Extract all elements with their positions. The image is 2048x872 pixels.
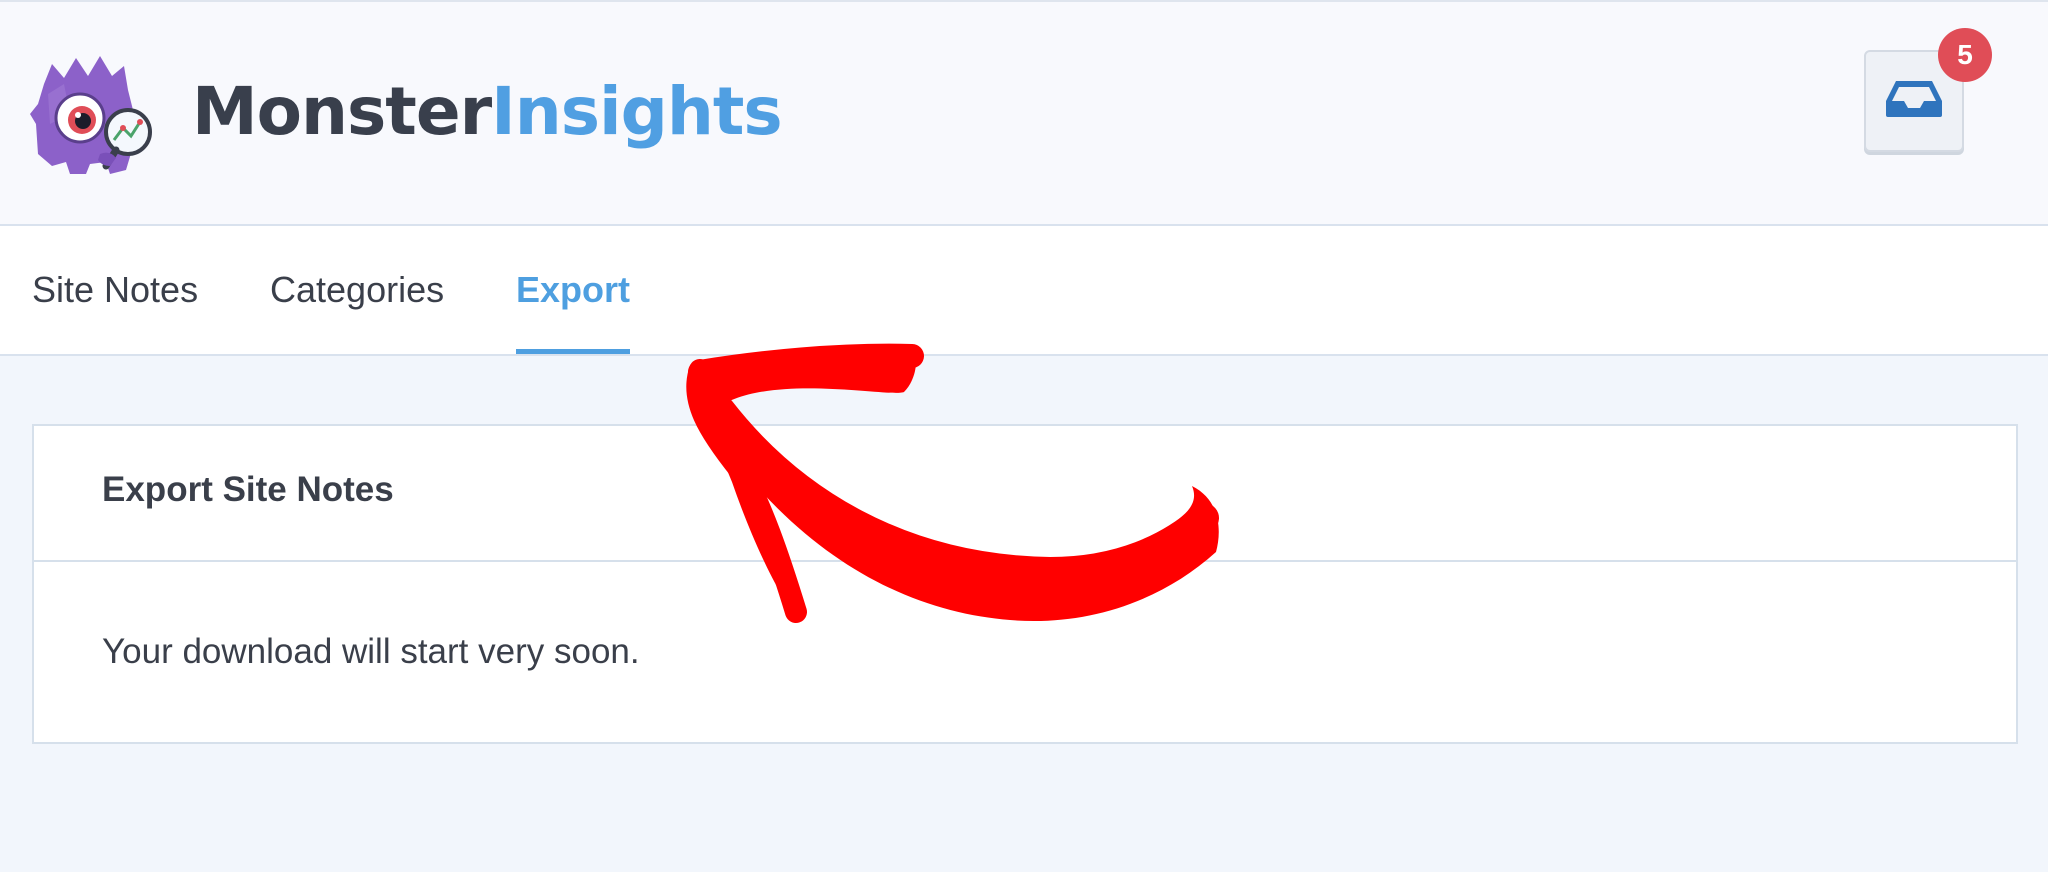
notification-count-badge: 5 bbox=[1938, 28, 1992, 82]
inbox-tray-icon bbox=[1884, 79, 1944, 124]
brand-name-monster: Monster bbox=[192, 73, 492, 150]
panel-title: Export Site Notes bbox=[102, 470, 394, 509]
page: MonsterInsights 5 Site Notes Categories … bbox=[0, 0, 2048, 872]
tab-bar: Site Notes Categories Export bbox=[0, 226, 2048, 356]
tab-site-notes[interactable]: Site Notes bbox=[32, 226, 198, 354]
monster-logo-icon bbox=[30, 54, 162, 176]
tab-export[interactable]: Export bbox=[516, 226, 631, 354]
panel-header: Export Site Notes bbox=[34, 426, 2016, 562]
brand-name: MonsterInsights bbox=[192, 72, 783, 152]
tab-categories[interactable]: Categories bbox=[270, 226, 444, 354]
download-message: Your download will start very soon. bbox=[102, 632, 640, 671]
app-header: MonsterInsights 5 bbox=[0, 0, 2048, 226]
export-panel: Export Site Notes Your download will sta… bbox=[32, 424, 2018, 744]
brand-name-insights: Insights bbox=[491, 73, 783, 150]
